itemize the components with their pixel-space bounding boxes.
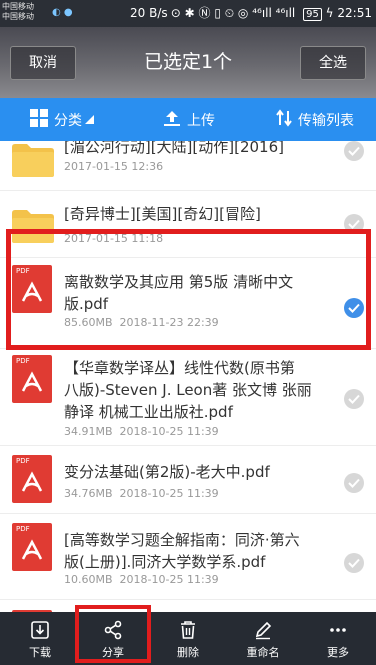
file-name: [湄公河行动][大陆][动作][2016]	[64, 141, 284, 156]
select-checkbox[interactable]	[344, 473, 364, 493]
trash-icon	[178, 620, 198, 644]
system-icons: ⊙ ✱ Ⓝ ▯ ⏲ ◎ ⁴⁶ıll ⁴⁶ıll	[170, 6, 296, 20]
download-icon	[30, 620, 50, 644]
more-label: 更多	[327, 646, 349, 659]
file-size: 34.91MB	[64, 425, 113, 438]
delete-label: 删除	[177, 646, 199, 659]
download-label: 下载	[29, 646, 51, 659]
file-name: 变分法基础(第2版)-老大中.pdf	[64, 463, 270, 481]
select-checkbox[interactable]	[344, 141, 364, 161]
delete-button[interactable]: 删除	[158, 612, 218, 665]
bottom-action-bar: 下载 分享 删除 重命名 更多	[0, 612, 376, 665]
file-date: 2018-10-25 11:39	[119, 573, 219, 586]
pdf-file-icon: PDF	[12, 455, 52, 507]
status-app-icons: ◐ ●	[52, 7, 73, 18]
file-size: 34.76MB	[64, 487, 113, 500]
pencil-icon	[253, 620, 273, 644]
file-meta: 34.91MB 2018-10-25 11:39	[64, 425, 219, 439]
file-name: [奇异博士][美国][奇幻][冒险]	[64, 205, 261, 223]
list-item[interactable]: [湄公河行动][大陆][动作][2016] 2017-01-15 12:36	[0, 141, 376, 183]
file-list: [湄公河行动][大陆][动作][2016] 2017-01-15 12:36 […	[0, 141, 376, 612]
upload-button[interactable]: 上传	[163, 98, 215, 141]
carrier-label: 中国移动 中国移动	[2, 2, 34, 22]
share-button-highlight	[75, 605, 151, 663]
selection-header: 取消 已选定1个 全选	[0, 27, 376, 98]
category-button[interactable]: 分类	[30, 98, 94, 141]
carrier-2: 中国移动	[2, 12, 34, 21]
transfer-list-label: 传输列表	[298, 112, 354, 129]
category-label: 分类	[54, 112, 82, 129]
file-name: 【华章数学译丛】线性代数(原书第 八版)-Steven J. Leon著 张文博…	[64, 357, 328, 423]
selected-row-highlight	[6, 229, 371, 350]
folder-icon	[12, 141, 54, 181]
list-item[interactable]: PDF 变分法基础(第2版)-老大中.pdf 34.76MB 2018-10-2…	[0, 449, 376, 515]
dropdown-triangle-icon	[85, 112, 94, 128]
more-dots-icon	[328, 620, 348, 644]
file-date: 2018-10-25 11:39	[119, 487, 219, 500]
select-checkbox[interactable]	[344, 553, 364, 573]
rename-label: 重命名	[246, 646, 280, 659]
pdf-file-icon	[12, 605, 52, 612]
file-date: 2017-01-15 12:36	[64, 160, 164, 173]
charging-icon: ϟ	[325, 6, 334, 20]
battery-icon: 95	[303, 8, 322, 21]
divider	[0, 513, 376, 514]
divider	[0, 445, 376, 446]
file-name-line: 【华章数学译丛】线性代数(原书第	[64, 359, 295, 377]
file-name-line: 八版)-Steven J. Leon著 张文博 张丽	[64, 381, 312, 399]
upload-label: 上传	[187, 112, 215, 129]
select-checkbox[interactable]	[344, 389, 364, 409]
status-icons: ⊙ ✱ Ⓝ ▯ ⏲ ◎ ⁴⁶ıll ⁴⁶ıll 95 ϟ 22:51	[171, 6, 372, 21]
file-name-line: 版(上册)].同济大学数学系.pdf	[64, 553, 266, 571]
file-size: 10.60MB	[64, 573, 113, 586]
carrier-1: 中国移动	[2, 2, 34, 11]
list-item[interactable]: PDF [高等数学习题全解指南：同济·第六 版(上册)].同济大学数学系.pdf…	[0, 517, 376, 597]
status-bar: 中国移动 中国移动 ◐ ● 20 B/s ⊙ ✱ Ⓝ ▯ ⏲ ◎ ⁴⁶ıll ⁴…	[0, 0, 376, 27]
file-meta: 10.60MB 2018-10-25 11:39	[64, 573, 219, 587]
select-all-button[interactable]: 全选	[300, 46, 366, 80]
file-meta: 34.76MB 2018-10-25 11:39	[64, 487, 219, 501]
battery-level: 95	[306, 9, 319, 20]
list-item[interactable]	[0, 603, 376, 612]
list-item[interactable]: PDF 【华章数学译丛】线性代数(原书第 八版)-Steven J. Leon著…	[0, 351, 376, 446]
upload-icon	[163, 109, 181, 131]
network-speed: 20 B/s	[130, 6, 168, 20]
file-date: 2018-10-25 11:39	[119, 425, 219, 438]
more-button[interactable]: 更多	[308, 612, 368, 665]
divider	[0, 190, 376, 191]
file-toolbar: 分类 上传 传输列表	[0, 98, 376, 141]
file-name-line: 静译 机械工业出版社.pdf	[64, 403, 233, 421]
file-name: [高等数学习题全解指南：同济·第六 版(上册)].同济大学数学系.pdf	[64, 529, 328, 573]
file-name-line: [高等数学习题全解指南：同济·第六	[64, 531, 300, 549]
transfer-arrows-icon	[276, 108, 292, 131]
pdf-badge: PDF	[16, 525, 30, 533]
pdf-badge: PDF	[16, 357, 30, 365]
rename-button[interactable]: 重命名	[233, 612, 293, 665]
pdf-file-icon: PDF	[12, 355, 52, 407]
clock: 22:51	[337, 6, 372, 20]
divider	[0, 599, 376, 600]
pdf-file-icon: PDF	[12, 523, 52, 575]
transfer-list-button[interactable]: 传输列表	[276, 98, 354, 141]
pdf-badge: PDF	[16, 457, 30, 465]
download-button[interactable]: 下载	[10, 612, 70, 665]
grid-icon	[30, 108, 48, 131]
